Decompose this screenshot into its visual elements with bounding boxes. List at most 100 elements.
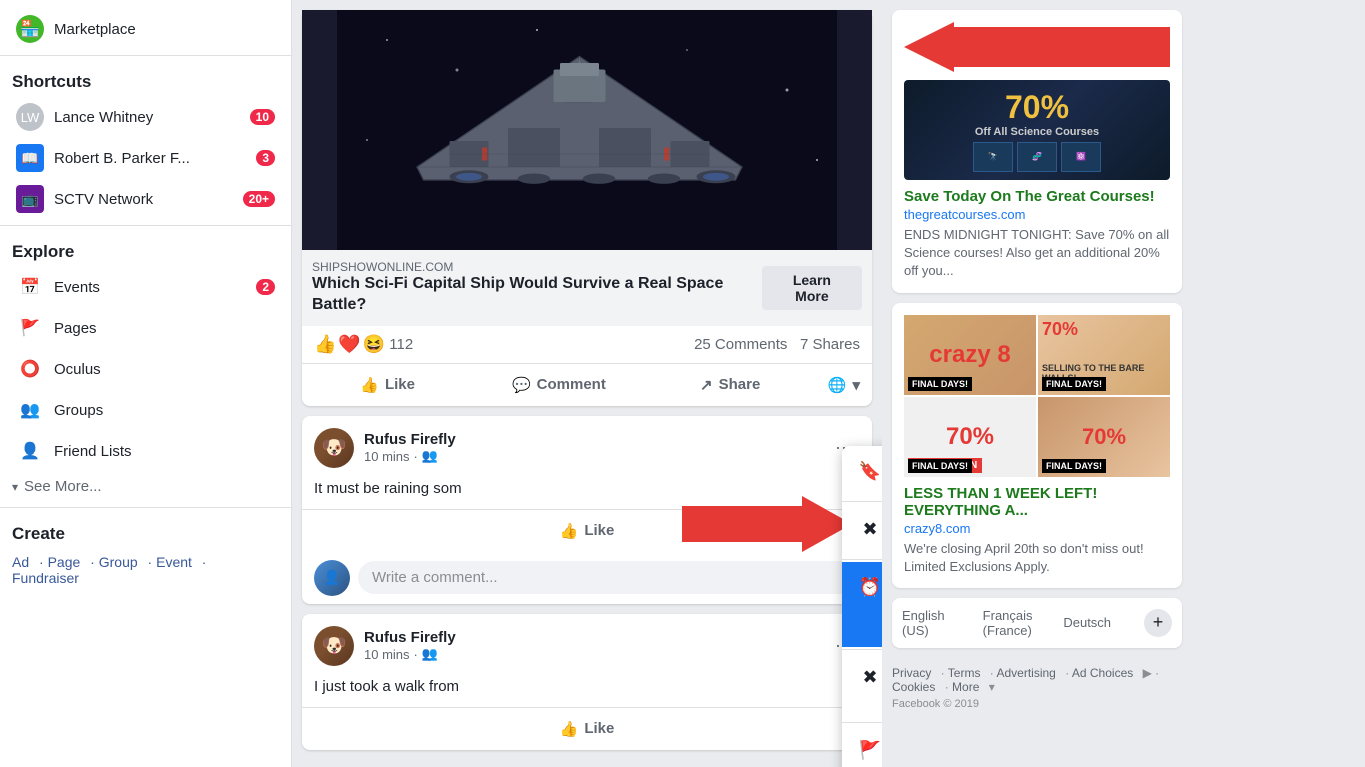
sidebar-item-events[interactable]: 📅 Events 2	[4, 267, 287, 307]
sidebar-item-friend-lists[interactable]: 👤 Friend Lists	[4, 431, 287, 471]
groups-icon: 👥	[16, 396, 44, 424]
crazy8-text: We're closing April 20th so don't miss o…	[904, 540, 1170, 576]
post3-user-name[interactable]: Rufus Firefly	[364, 629, 456, 646]
like-action-btn[interactable]: 👍 Like	[302, 368, 473, 402]
post-card-rufus2: 🐶 Rufus Firefly 10 mins · 👥 ··· I just t…	[302, 614, 872, 750]
pages-label: Pages	[54, 320, 275, 337]
post3-like-btn[interactable]: 👍 Like	[302, 712, 872, 746]
context-menu-save-post[interactable]: 🔖 Save post Add this to your saved items	[842, 446, 882, 499]
comment-label: Comment	[537, 376, 606, 393]
footer-copyright: Facebook © 2019	[892, 698, 1182, 710]
marketplace-icon: 🏪	[16, 15, 44, 43]
footer-cookies-link[interactable]: Cookies	[892, 680, 935, 694]
post-link-title: Which Sci-Fi Capital Ship Would Survive …	[312, 274, 762, 316]
audience-icon: 🌐	[828, 376, 847, 394]
post3-actions: 👍 Like	[302, 707, 872, 750]
post-actions: 👍 Like 💬 Comment ↗ Share 🌐 ▾	[302, 364, 872, 406]
language-box: English (US) Français (France) Deutsch +	[892, 598, 1182, 648]
unfollow-icon: ✖	[856, 664, 882, 692]
comment-action-btn[interactable]: 💬 Comment	[473, 368, 644, 402]
create-page-link[interactable]: Page	[48, 554, 81, 570]
crazy8-title: LESS THAN 1 WEEK LEFT! EVERYTHING A...	[904, 485, 1170, 519]
create-group-link[interactable]: Group	[99, 554, 138, 570]
pages-icon: 🚩	[16, 314, 44, 342]
create-fundraiser-link[interactable]: Fundraiser	[12, 570, 79, 586]
lance-whitney-badge: 10	[250, 109, 275, 125]
sidebar-item-groups[interactable]: 👥 Groups	[4, 390, 287, 430]
post2-like-label: Like	[584, 522, 614, 539]
see-more-link[interactable]: ▾ See More...	[0, 472, 291, 501]
great-courses-title: Save Today On The Great Courses!	[904, 188, 1170, 205]
post2-user-name[interactable]: Rufus Firefly	[364, 431, 456, 448]
comment-icon: 💬	[512, 376, 531, 394]
sctv-label: SCTV Network	[54, 191, 243, 208]
post3-header: 🐶 Rufus Firefly 10 mins · 👥 ···	[302, 614, 872, 666]
comment-area: 👤 Write a comment...	[302, 552, 872, 604]
share-action-btn[interactable]: ↗ Share	[645, 368, 816, 402]
post3-dot: ·	[414, 647, 418, 662]
sidebar-item-pages[interactable]: 🚩 Pages	[4, 308, 287, 348]
context-menu-unfollow[interactable]: ✖ Unfollow Rufus Stop seeing posts but s…	[842, 652, 882, 720]
report-icon: 🚩	[856, 737, 882, 765]
footer-advertising-link[interactable]: Advertising	[996, 666, 1055, 680]
sidebar-item-marketplace[interactable]: 🏪 Marketplace	[4, 9, 287, 49]
comments-count: 25 Comments	[694, 336, 787, 353]
create-event-link[interactable]: Event	[156, 554, 192, 570]
add-language-button[interactable]: +	[1144, 609, 1172, 637]
shortcuts-title: Shortcuts	[0, 62, 291, 96]
events-badge: 2	[256, 279, 275, 295]
robert-avatar: 📖	[16, 144, 44, 172]
audience-btn[interactable]: 🌐 ▾	[816, 368, 872, 402]
post-card-article: SHIPSHOWONLINE.COM Which Sci-Fi Capital …	[302, 10, 872, 406]
create-ad-link[interactable]: Ad	[12, 554, 29, 570]
footer-links: Privacy · Terms · Advertising · Ad Choic…	[892, 658, 1182, 718]
sidebar-item-lance-whitney[interactable]: LW Lance Whitney 10	[4, 97, 287, 137]
events-label: Events	[54, 279, 256, 296]
groups-label: Groups	[54, 402, 275, 419]
snooze-icon: ⏰	[856, 574, 882, 602]
context-menu: 🔖 Save post Add this to your saved items…	[842, 446, 882, 767]
francais-option[interactable]: Français (France)	[983, 608, 1056, 638]
crazy8-img-1: crazy 8 FINAL DAYS!	[904, 315, 1036, 395]
footer-privacy-link[interactable]: Privacy	[892, 666, 931, 680]
post-link-info: SHIPSHOWONLINE.COM Which Sci-Fi Capital …	[302, 250, 872, 326]
context-menu-report[interactable]: 🚩 Find Support or Report Post I'm concer…	[842, 725, 882, 767]
great-courses-subtitle: thegreatcourses.com	[904, 207, 1170, 222]
crazy8-img-2: 70% SELLING TO THE BARE WALLS! FINAL DAY…	[1038, 315, 1170, 395]
lance-whitney-avatar: LW	[16, 103, 44, 131]
english-option[interactable]: English (US)	[902, 608, 975, 638]
chevron-audience-icon: ▾	[852, 376, 860, 394]
footer-terms-link[interactable]: Terms	[948, 666, 981, 680]
sidebar-item-robert[interactable]: 📖 Robert B. Parker F... 3	[4, 138, 287, 178]
sctv-badge: 20+	[243, 191, 275, 207]
robert-badge: 3	[256, 150, 275, 166]
like-icon: 👍	[360, 376, 379, 394]
robert-label: Robert B. Parker F...	[54, 150, 256, 167]
post2-text: It must be raining som	[302, 468, 872, 509]
context-menu-snooze[interactable]: ⏰ Snooze Rufus for 30 days Temporarily s…	[842, 562, 882, 647]
footer-more-link[interactable]: More	[952, 680, 979, 694]
post3-like-icon: 👍	[560, 720, 579, 738]
sidebar-item-sctv[interactable]: 📺 SCTV Network 20+	[4, 179, 287, 219]
great-courses-text: ENDS MIDNIGHT TONIGHT: Save 70% on all S…	[904, 226, 1170, 281]
post3-meta: 10 mins · 👥	[364, 646, 456, 662]
left-sidebar: 🏪 Marketplace Shortcuts LW Lance Whitney…	[0, 0, 292, 767]
reaction-icons: 👍 ❤️ 😆	[314, 334, 385, 355]
footer-adchoices-link[interactable]: Ad Choices	[1072, 666, 1133, 680]
learn-more-button[interactable]: Learn More	[762, 266, 862, 310]
friend-lists-label: Friend Lists	[54, 443, 275, 460]
sidebar-item-oculus[interactable]: ⭕ Oculus	[4, 349, 287, 389]
post2-like-btn[interactable]: 👍 Like	[302, 514, 872, 548]
share-label: Share	[719, 376, 761, 393]
context-menu-hide-post[interactable]: ✖ Hide post See fewer posts like this.	[842, 504, 882, 557]
reaction-count: 112	[389, 336, 413, 353]
comment-input[interactable]: Write a comment...	[358, 561, 860, 594]
post3-friends-icon: 👥	[422, 646, 438, 662]
post-link-source: SHIPSHOWONLINE.COM	[312, 260, 762, 274]
deutsch-option[interactable]: Deutsch	[1063, 615, 1136, 630]
create-title: Create	[0, 514, 291, 548]
hide-post-icon: ✖	[856, 516, 882, 544]
oculus-icon: ⭕	[16, 355, 44, 383]
main-feed: SHIPSHOWONLINE.COM Which Sci-Fi Capital …	[292, 0, 882, 767]
save-post-icon: 🔖	[856, 458, 882, 486]
